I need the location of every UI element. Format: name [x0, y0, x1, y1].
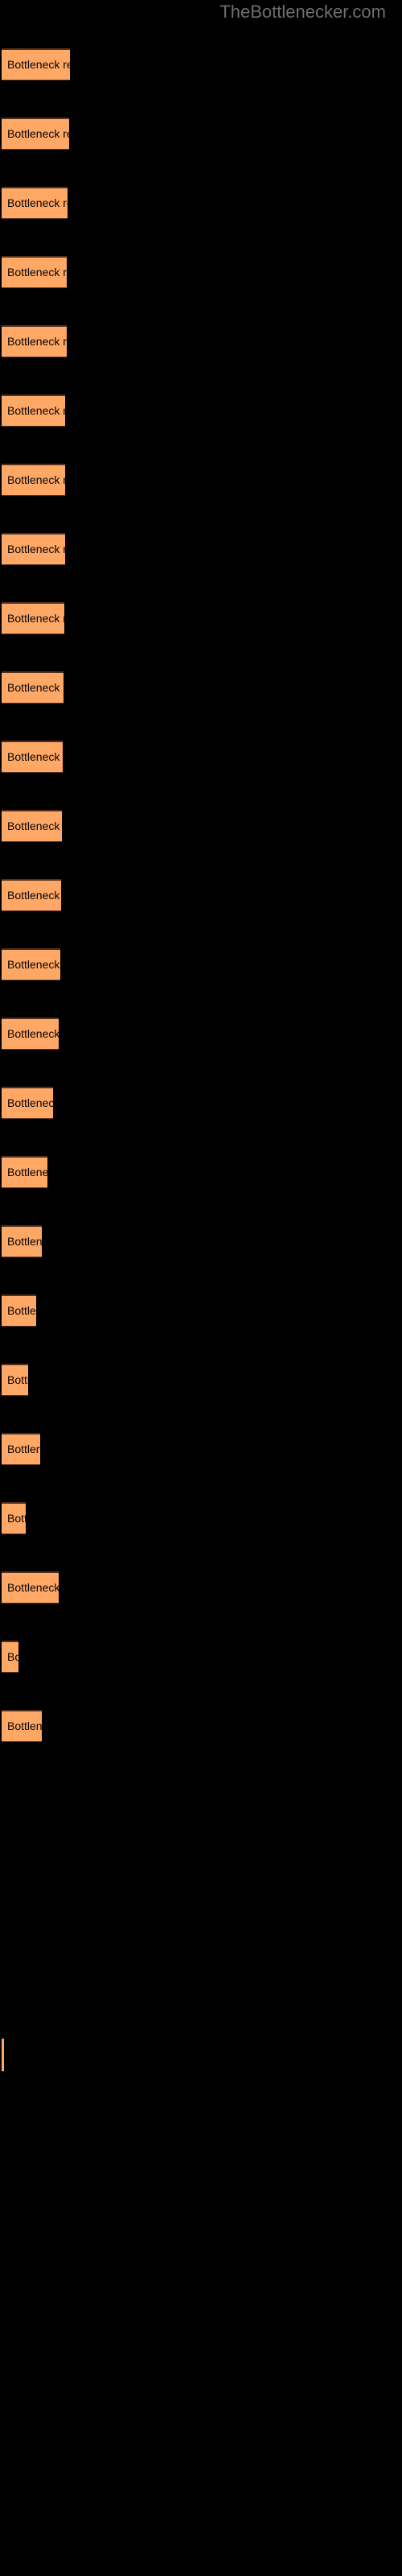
bar[interactable]: Bottleneck result	[2, 533, 65, 565]
bar-label: Bottleneck result	[7, 889, 61, 902]
bar-label: Bottleneck result	[7, 1443, 40, 1455]
bar-label: Bottleneck result	[7, 543, 65, 555]
bar[interactable]: Bottleneck result	[2, 1364, 28, 1396]
bar-label: Bottleneck result	[7, 681, 64, 694]
bar-label: Bottleneck result	[7, 1166, 47, 1179]
bar-label: Bottleneck result	[7, 1096, 53, 1109]
bar-label: Bottleneck result	[7, 196, 68, 209]
bar[interactable]: Bottleneck result	[2, 1571, 59, 1604]
bar[interactable]: Bottleneck result	[2, 1294, 36, 1327]
bar-label: Bottleneck result	[7, 1373, 28, 1386]
bar[interactable]: Bottleneck result	[2, 118, 69, 150]
bar[interactable]: Bottleneck result	[2, 464, 65, 496]
bar[interactable]: Bottleneck result	[2, 325, 67, 357]
bar-chart-plot-area: Bottleneck result Bottleneck result Bottle…	[0, 0, 402, 2576]
bar[interactable]: Bottleneck result	[2, 741, 63, 773]
bar[interactable]: Bottleneck result	[2, 1710, 42, 1742]
bar-label: Bottleneck result	[7, 819, 62, 832]
bar[interactable]: Bottleneck result	[2, 187, 68, 219]
bar-label: Bottleneck result	[7, 1027, 59, 1040]
bar[interactable]: Bottleneck result	[2, 1225, 42, 1257]
bar[interactable]: Bottleneck result	[2, 879, 61, 911]
bar[interactable]: Bottleneck result	[2, 1641, 18, 1673]
bar[interactable]: Bottleneck result	[2, 1018, 59, 1050]
bar[interactable]: Bottleneck result	[2, 1433, 40, 1465]
bar-label: Bottleneck result	[7, 1512, 26, 1525]
axis-origin-tick	[2, 2037, 4, 2071]
bar[interactable]: Bottleneck result	[2, 810, 62, 842]
bar-label: Bottleneck result	[7, 1304, 36, 1317]
bar-label: Bottleneck result	[7, 1650, 18, 1663]
bar-label: Bottleneck result	[7, 1719, 42, 1732]
bar[interactable]: Bottleneck result	[2, 394, 65, 427]
bar[interactable]: Bottleneck result	[2, 602, 64, 634]
bar-label: Bottleneck result	[7, 1235, 42, 1248]
bar[interactable]: Bottleneck result	[2, 1156, 47, 1188]
chart-page: TheBottlenecker.com Bottleneck resultBot…	[0, 0, 402, 2576]
bar[interactable]: Bottleneck result	[2, 48, 70, 80]
bar-label: Bottleneck result	[7, 404, 65, 417]
bar-label: Bottleneck result	[7, 750, 63, 763]
bar[interactable]: Bottleneck result	[2, 1502, 26, 1534]
bar-label: Bottleneck result	[7, 612, 64, 625]
bar-label: Bottleneck result	[7, 58, 70, 71]
bar-label: Bottleneck result	[7, 335, 67, 348]
bar[interactable]: Bottleneck result	[2, 671, 64, 704]
bar[interactable]: Bottleneck result	[2, 1087, 53, 1119]
bar[interactable]: Bottleneck result	[2, 256, 67, 288]
bar[interactable]: Bottleneck result	[2, 948, 60, 980]
bar-label: Bottleneck result	[7, 958, 60, 971]
bar-label: Bottleneck result	[7, 473, 65, 486]
bar-label: Bottleneck result	[7, 1581, 59, 1594]
bar-label: Bottleneck result	[7, 127, 69, 140]
bar-label: Bottleneck result	[7, 266, 67, 279]
